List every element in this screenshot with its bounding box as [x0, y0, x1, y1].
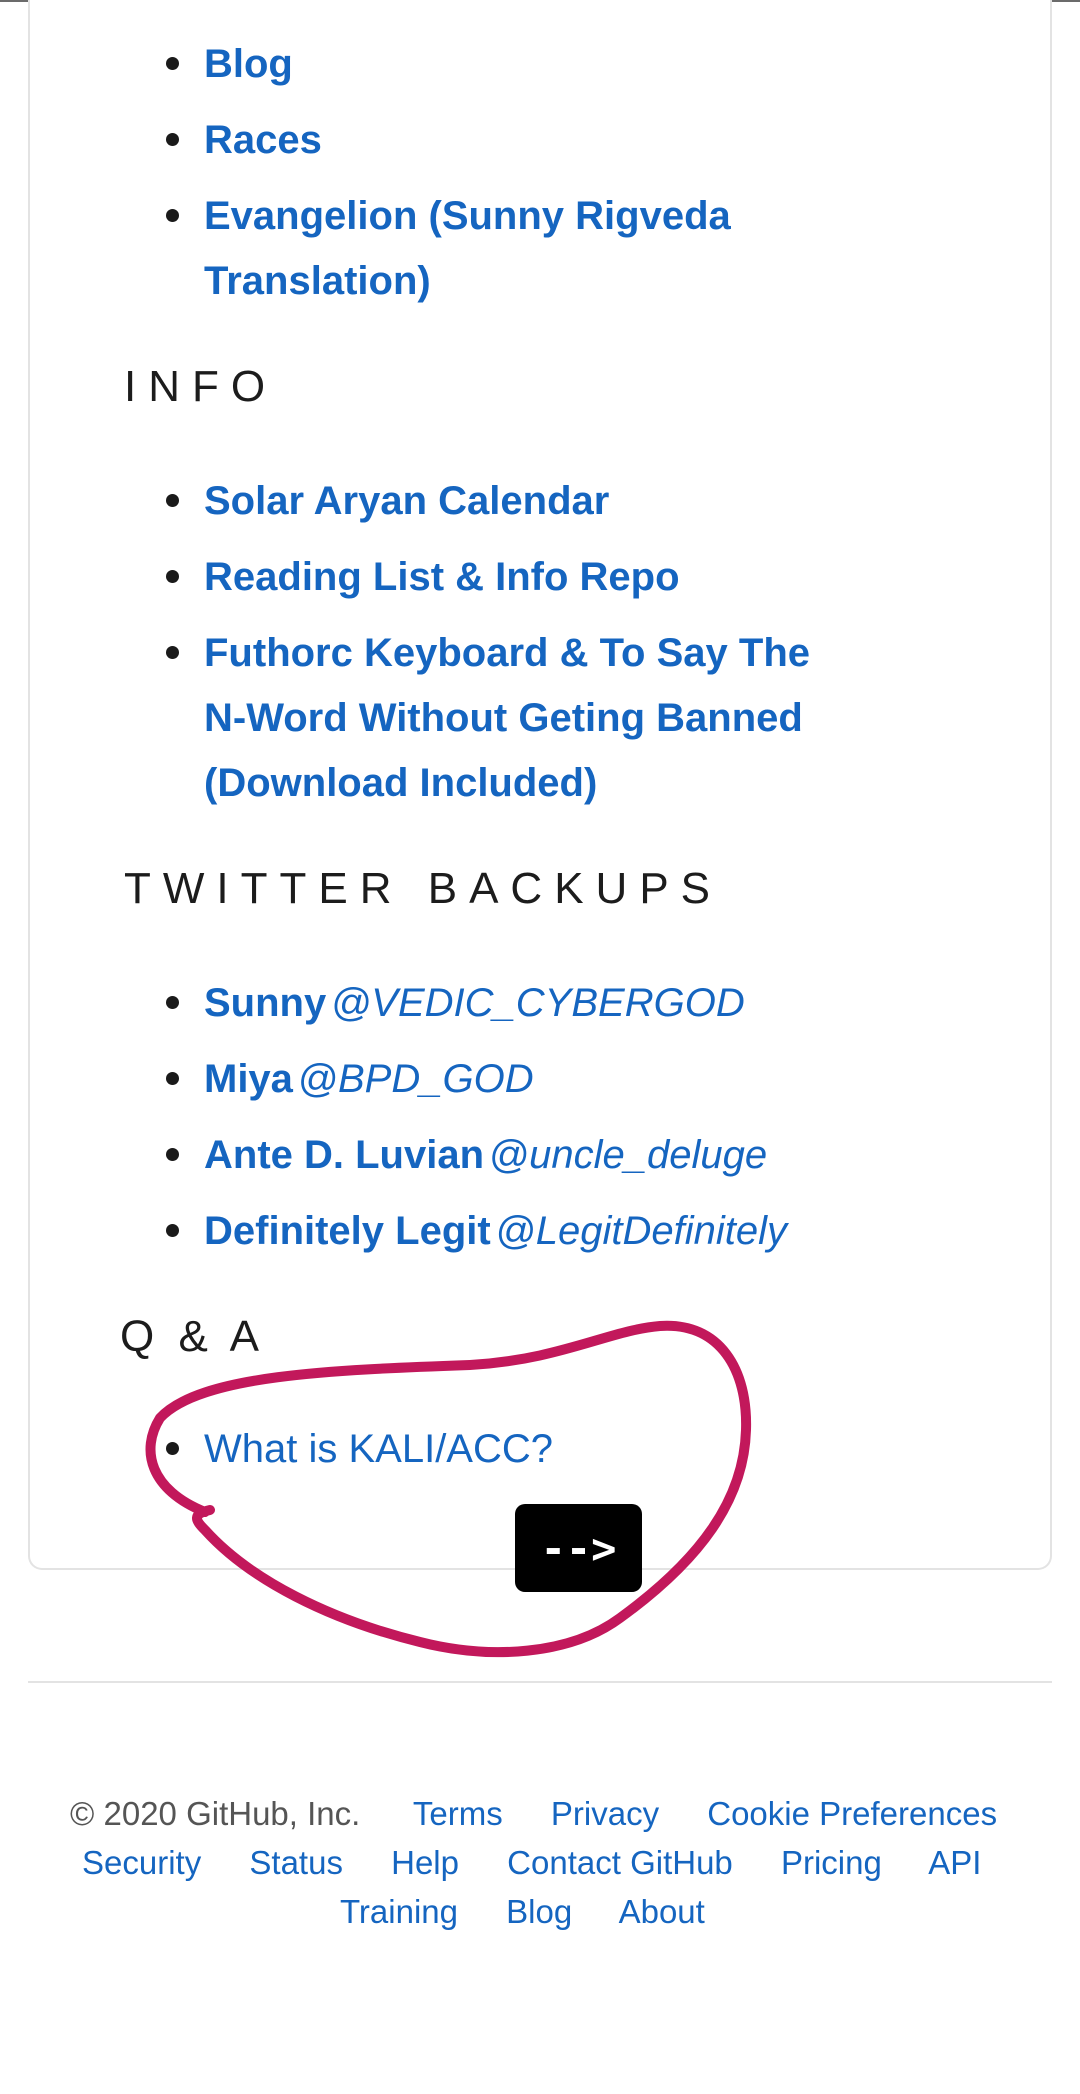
footer-link-training[interactable]: Training [340, 1893, 458, 1930]
twitter-name-link[interactable]: Definitely Legit [204, 1209, 491, 1253]
copyright-text: © 2020 GitHub, Inc. [70, 1795, 361, 1832]
twitter-backups-heading: TWITTER BACKUPS [124, 864, 723, 913]
link-line: N-Word Without Geting Banned [204, 696, 803, 740]
twitter-handle[interactable]: @LegitDefinitely [495, 1209, 787, 1253]
list-item: Reading List & Info Repo [0, 545, 884, 610]
footer-link-pricing[interactable]: Pricing [781, 1844, 882, 1881]
footer-row: © 2020 GitHub, Inc. Terms Privacy Cookie… [70, 1795, 997, 1833]
what-is-kali-acc-link[interactable]: What is KALI/ACC? [204, 1427, 553, 1471]
link-line: (Download Included) [204, 761, 598, 805]
qa-link-list: What is KALI/ACC? [0, 1417, 1080, 1482]
list-item: Solar Aryan Calendar [0, 469, 884, 534]
qa-heading: Q & A [120, 1312, 265, 1361]
footer-link-status[interactable]: Status [249, 1844, 343, 1881]
list-item: Sunny @VEDIC_CYBERGOD [0, 971, 884, 1036]
list-item: Miya @BPD_GOD [0, 1047, 884, 1112]
arrow-button[interactable]: --> [515, 1504, 642, 1592]
twitter-name-link[interactable]: Miya [204, 1057, 293, 1101]
twitter-name-link[interactable]: Ante D. Luvian [204, 1133, 484, 1177]
twitter-handle[interactable]: @uncle_deluge [488, 1133, 767, 1177]
list-item: Ante D. Luvian @uncle_deluge [0, 1123, 884, 1188]
twitter-handle[interactable]: @VEDIC_CYBERGOD [331, 981, 745, 1025]
futhorc-keyboard-link[interactable]: Futhorc Keyboard & To Say The N-Word Wit… [204, 631, 810, 805]
footer-link-about[interactable]: About [619, 1893, 705, 1930]
footer-link-security[interactable]: Security [82, 1844, 201, 1881]
footer-divider [28, 1681, 1052, 1683]
link-line: Translation) [204, 259, 431, 303]
footer-link-help[interactable]: Help [391, 1844, 459, 1881]
footer-link-privacy[interactable]: Privacy [551, 1795, 659, 1832]
reading-list-link[interactable]: Reading List & Info Repo [204, 555, 680, 599]
evangelion-link[interactable]: Evangelion (Sunny Rigveda Translation) [204, 194, 731, 303]
list-item: Races [0, 108, 884, 173]
link-line: Evangelion (Sunny Rigveda [204, 194, 731, 238]
footer-link-blog[interactable]: Blog [506, 1893, 572, 1930]
twitter-handle[interactable]: @BPD_GOD [297, 1057, 533, 1101]
info-heading: INFO [124, 362, 278, 411]
footer-link-contact-github[interactable]: Contact GitHub [507, 1844, 733, 1881]
list-item: Evangelion (Sunny Rigveda Translation) [0, 184, 884, 314]
solar-aryan-calendar-link[interactable]: Solar Aryan Calendar [204, 479, 609, 523]
list-item: Blog [0, 32, 884, 97]
footer-row: Training Blog About [340, 1893, 705, 1931]
footer-link-cookie-preferences[interactable]: Cookie Preferences [707, 1795, 997, 1832]
link-line: Futhorc Keyboard & To Say The [204, 631, 810, 675]
info-link-list: Solar Aryan Calendar Reading List & Info… [0, 469, 1080, 816]
list-item: Definitely Legit @LegitDefinitely [0, 1199, 884, 1264]
nav-link-list: Blog Races Evangelion (Sunny Rigveda Tra… [0, 32, 1080, 314]
footer-link-api[interactable]: API [928, 1844, 981, 1881]
blog-link[interactable]: Blog [204, 42, 293, 86]
twitter-link-list: Sunny @VEDIC_CYBERGOD Miya @BPD_GOD Ante… [0, 971, 1080, 1264]
footer-row: Security Status Help Contact GitHub Pric… [82, 1844, 981, 1882]
twitter-name-link[interactable]: Sunny [204, 981, 326, 1025]
races-link[interactable]: Races [204, 118, 322, 162]
list-item: What is KALI/ACC? [0, 1417, 884, 1482]
footer-link-terms[interactable]: Terms [413, 1795, 503, 1832]
list-item: Futhorc Keyboard & To Say The N-Word Wit… [0, 621, 884, 816]
